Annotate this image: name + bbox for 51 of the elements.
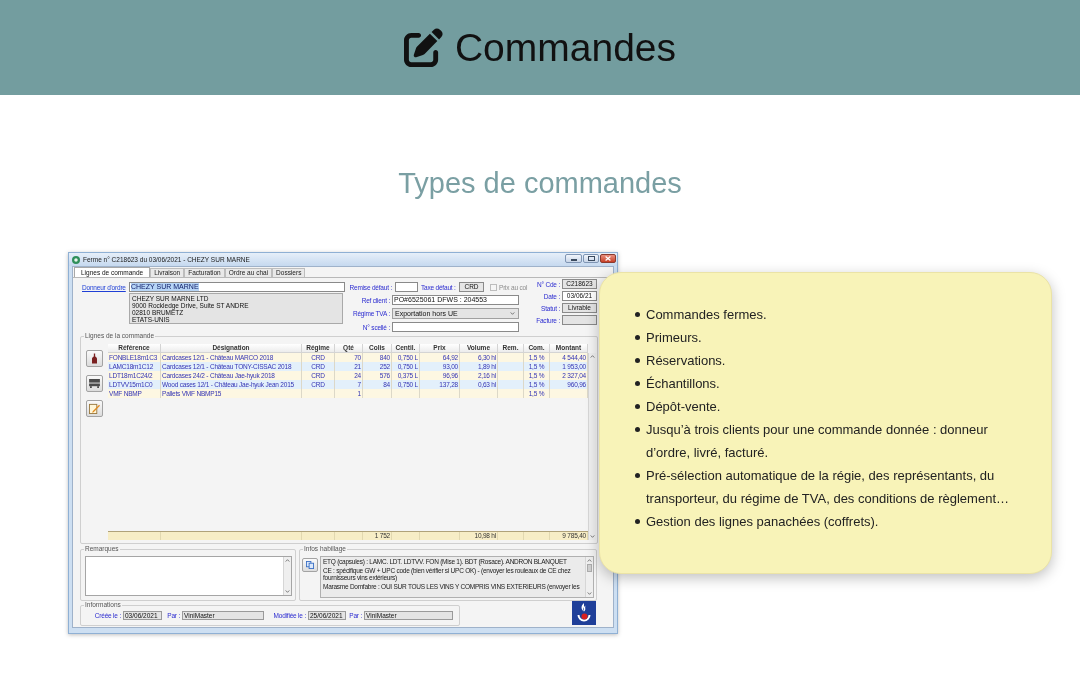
minimize-icon: [570, 259, 577, 261]
feature-item: Échantillons.: [646, 375, 721, 393]
bullet-icon: [635, 381, 640, 386]
bullet-icon: [635, 312, 640, 317]
edit-icon: [403, 28, 443, 67]
infos-field[interactable]: [320, 556, 594, 598]
feature-item: Primeurs.: [646, 329, 703, 347]
chevron-up-icon: [590, 355, 595, 358]
scelle-field[interactable]: [392, 322, 519, 332]
crate-button[interactable]: [86, 375, 103, 392]
feature-item: Jusqu’à trois clients pour une commande donnée : donneur d’ordre, livré, facturé.: [646, 421, 989, 462]
note-edit-button[interactable]: [86, 400, 103, 417]
remarks-field[interactable]: [85, 556, 292, 596]
maximize-button[interactable]: [583, 254, 599, 263]
minimize-button[interactable]: [565, 254, 582, 263]
copy-button[interactable]: [302, 558, 318, 572]
scrollbar-thumb[interactable]: [587, 564, 592, 572]
app-icon: [72, 255, 80, 264]
chevron-down-icon: [590, 535, 595, 538]
close-icon: [605, 256, 611, 261]
section-title: Types de commandes: [398, 166, 682, 200]
bottle-icon: [92, 353, 97, 364]
order-field[interactable]: [562, 315, 597, 325]
feature-item: Gestion des lignes panachées (coffrets).: [646, 513, 880, 531]
scrollbar[interactable]: [283, 557, 291, 595]
close-button[interactable]: [600, 254, 616, 263]
crate-icon: [89, 379, 100, 388]
maximize-icon: [587, 256, 595, 261]
chevron-down-icon: [587, 592, 592, 595]
scrollbar[interactable]: [588, 353, 596, 540]
logo-icon: [572, 601, 596, 625]
bullet-icon: [635, 473, 640, 478]
chevron-up-icon: [285, 559, 290, 562]
chevron-up-icon: [587, 559, 592, 562]
remise-field[interactable]: [395, 282, 418, 292]
chevron-down-icon: [510, 312, 515, 315]
feature-item: Dépôt-vente.: [646, 398, 722, 416]
bottle-button[interactable]: [86, 350, 103, 367]
note-edit-icon: [89, 403, 100, 414]
bullet-icon: [635, 404, 640, 409]
bullet-icon: [635, 519, 640, 524]
chevron-down-icon: [285, 590, 290, 593]
page-title: Commandes: [454, 24, 677, 71]
scrollbar[interactable]: [585, 557, 593, 597]
bullet-icon: [635, 335, 640, 340]
bullet-icon: [635, 358, 640, 363]
feature-item: Pré-sélection automatique de la régie, des représentants, du transporteur, du régime de TVA, des conditions de règlement…: [646, 467, 1010, 508]
bullet-icon: [635, 427, 640, 432]
feature-item: Réservations.: [646, 352, 727, 370]
feature-item: Commandes fermes.: [646, 306, 768, 324]
copy-icon: [306, 561, 314, 569]
